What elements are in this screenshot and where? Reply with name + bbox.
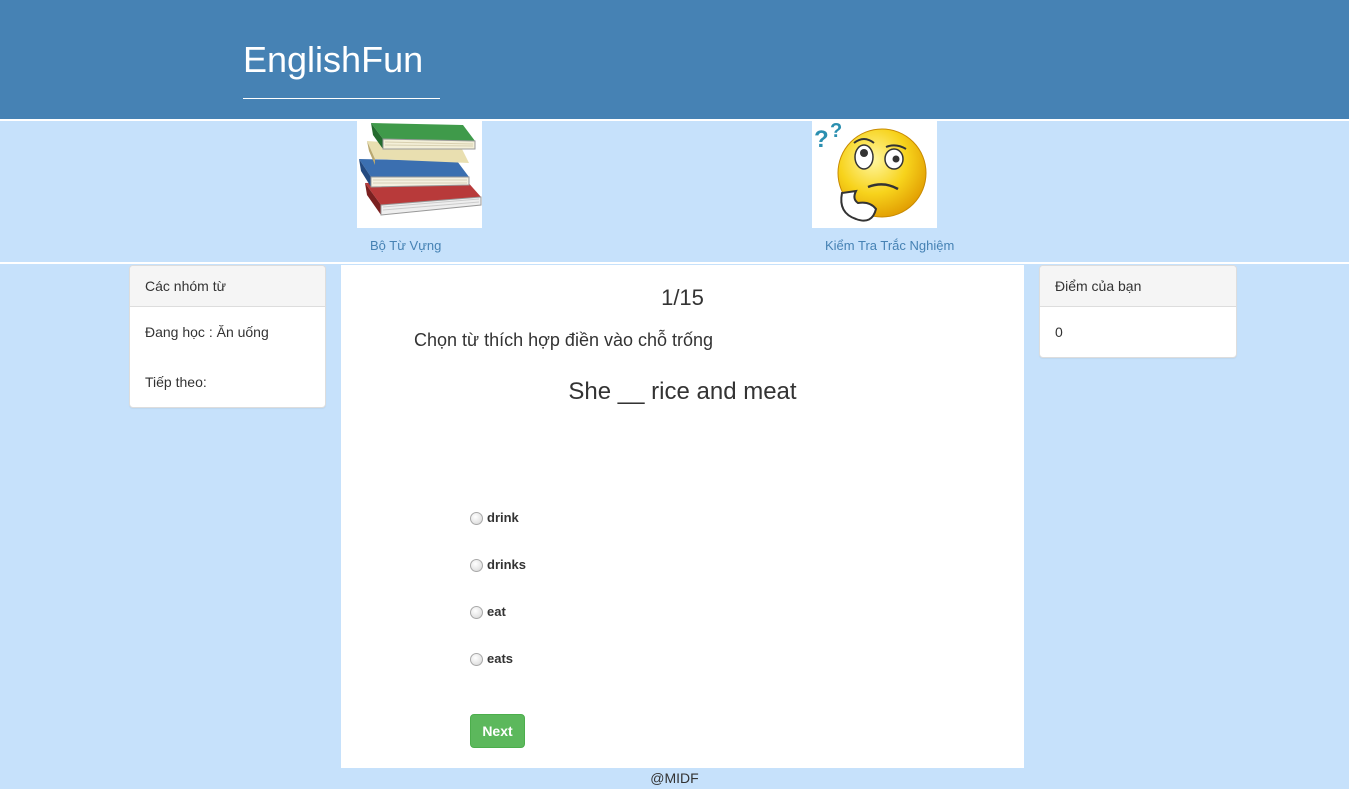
header-bar: EnglishFun [0,0,1349,119]
word-groups-title: Các nhóm từ [130,266,325,307]
brand-title[interactable]: EnglishFun [243,38,423,82]
quiz-instruction: Chọn từ thích hợp điền vào chỗ trống [414,330,714,350]
thinking-face-icon[interactable]: ? ? [812,121,937,228]
radio-button[interactable] [470,559,483,572]
brand-underline [243,98,440,99]
svg-text:?: ? [830,121,842,142]
current-group-text: Đang học : Ăn uống [145,324,269,340]
quiz-card: 1/15 Chọn từ thích hợp điền vào chỗ trốn… [341,265,1024,768]
radio-button[interactable] [470,606,483,619]
books-icon[interactable] [357,121,482,228]
radio-button[interactable] [470,512,483,525]
question-counter: 1/15 [661,285,704,310]
nav-separator [0,262,1349,264]
footer-text: @MIDF [650,770,699,786]
nav-link-vocabulary[interactable]: Bộ Từ Vựng [370,238,441,253]
radio-button[interactable] [470,653,483,666]
answer-label[interactable]: eats [487,651,513,666]
score-value: 0 [1055,324,1063,340]
next-group-text: Tiếp theo: [145,374,207,390]
svg-text:?: ? [814,126,829,153]
header-separator [0,119,1349,121]
answer-label[interactable]: eat [487,604,506,619]
question-text: She __ rice and meat [568,378,797,405]
word-groups-panel: Các nhóm từ Đang học : Ăn uống Tiếp theo… [129,265,326,408]
nav-link-quiz[interactable]: Kiểm Tra Trắc Nghiệm [825,238,954,253]
next-button[interactable]: Next [470,714,525,748]
score-title: Điểm của bạn [1040,266,1236,307]
answer-label[interactable]: drinks [487,557,526,572]
score-panel: Điểm của bạn 0 [1039,265,1237,358]
answer-label[interactable]: drink [487,510,519,525]
